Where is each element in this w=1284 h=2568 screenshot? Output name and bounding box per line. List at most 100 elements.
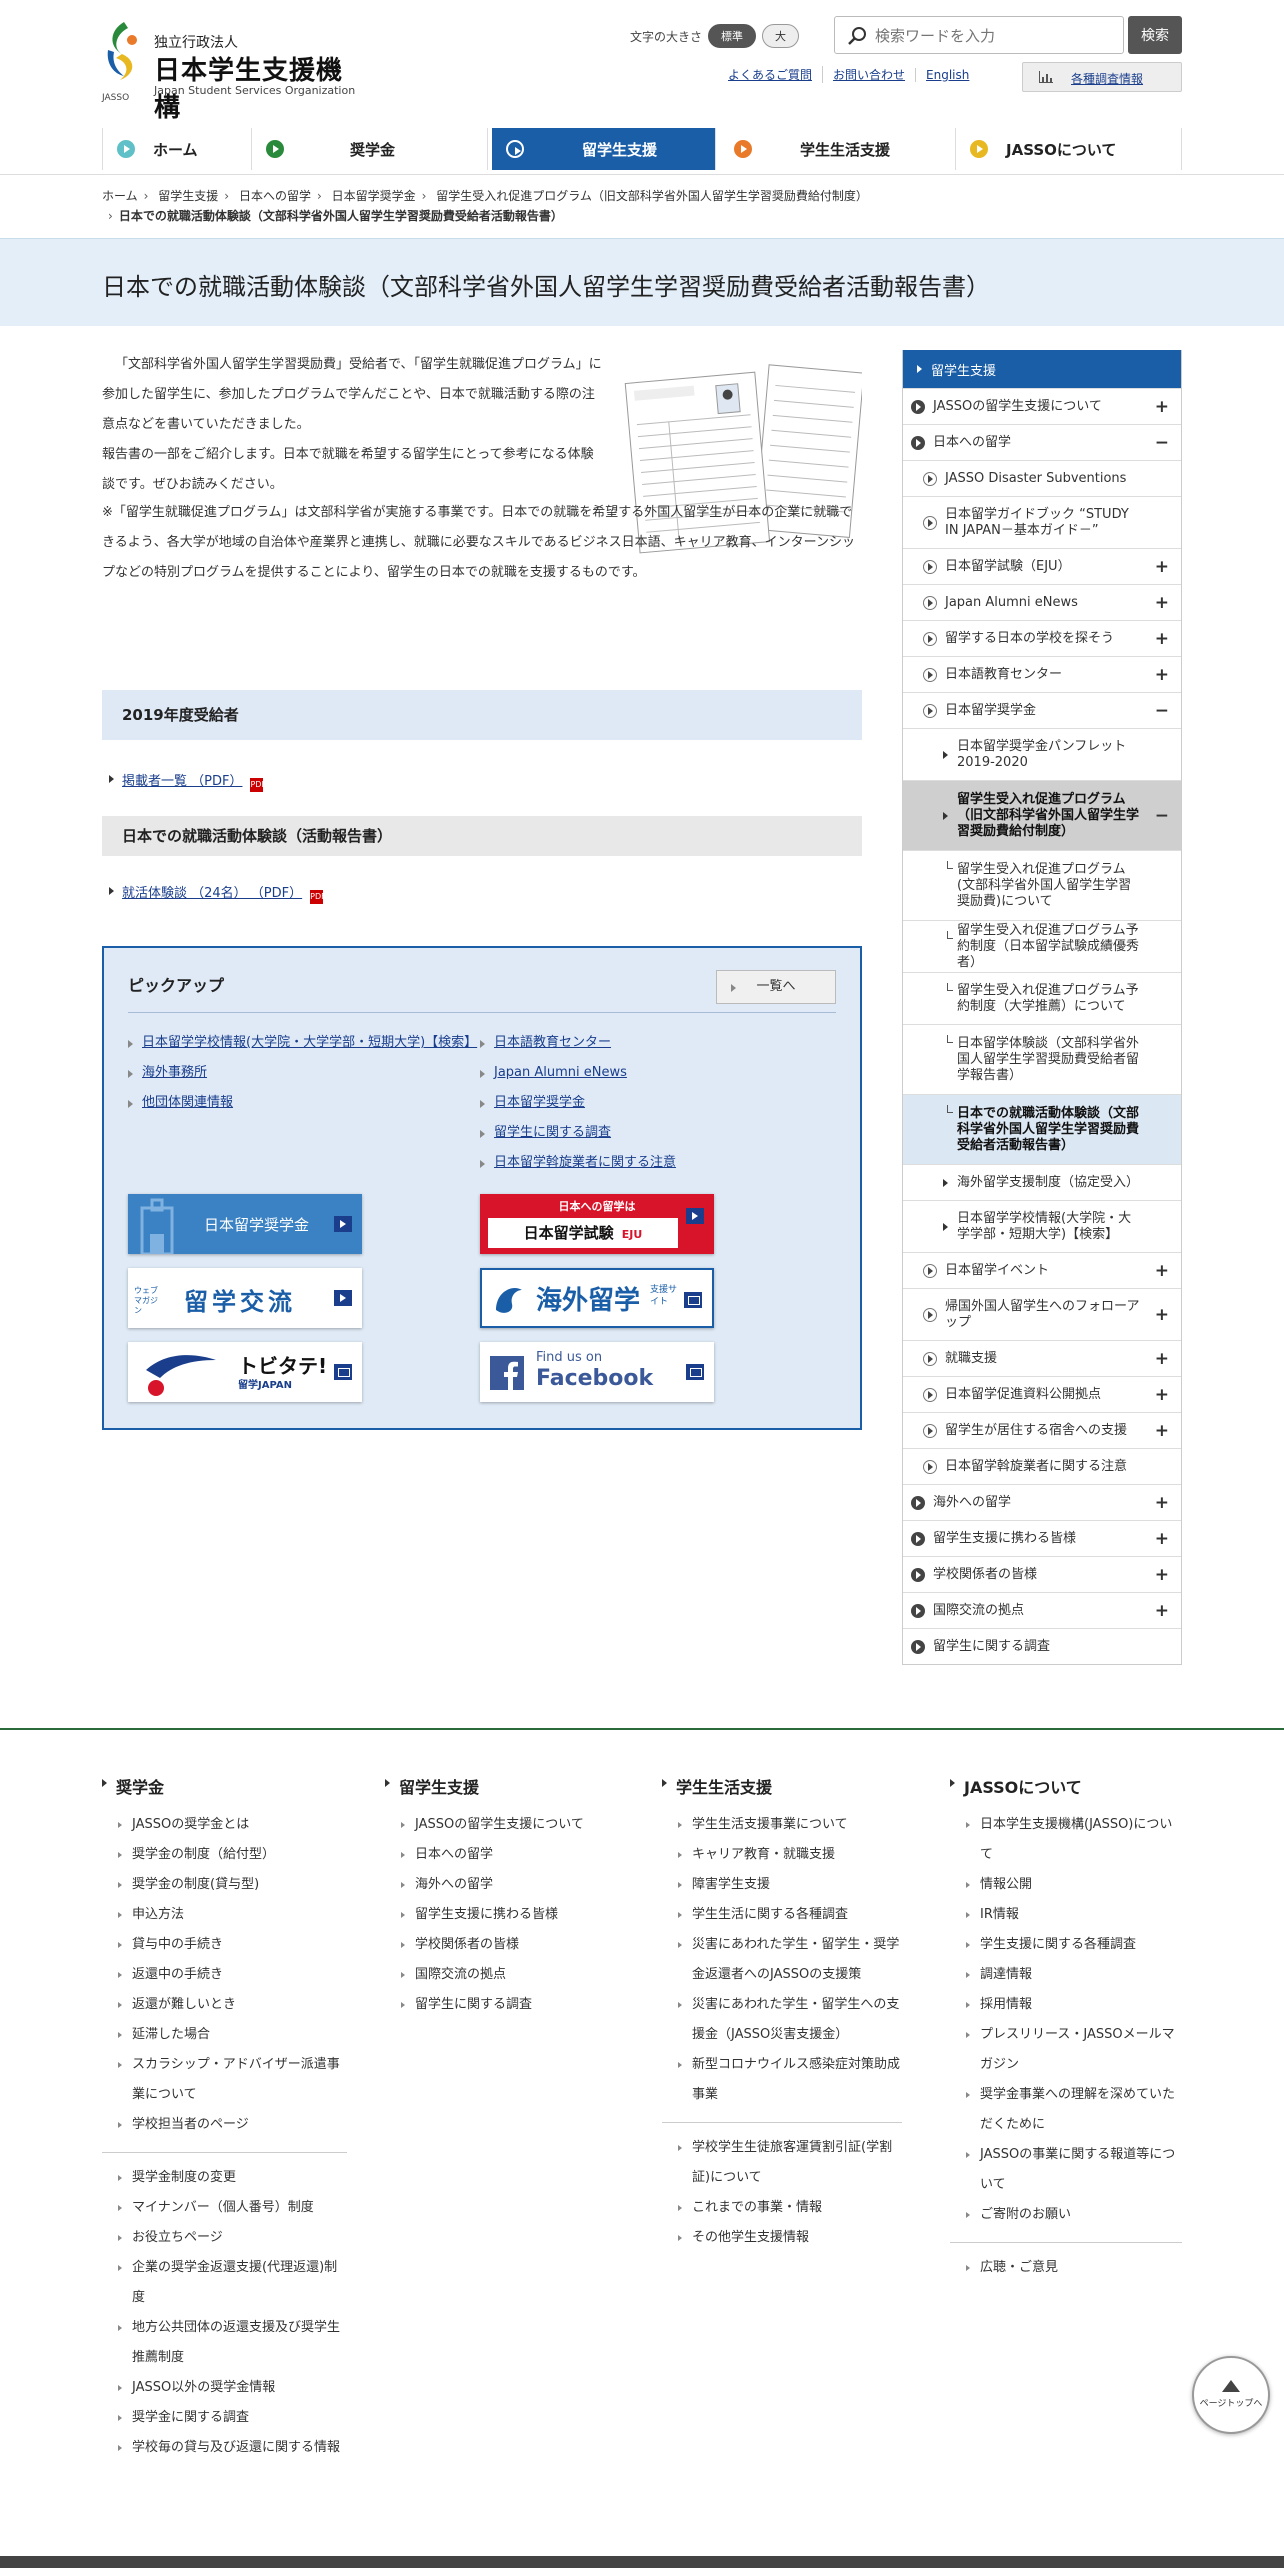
footer-link[interactable]: 地方公共団体の返還支援及び奨学生推薦制度 xyxy=(102,2313,347,2373)
pickup-link-jlec[interactable]: 日本語教育センター xyxy=(480,1028,840,1058)
footer-link[interactable]: 返還が難しいとき xyxy=(102,1990,347,2020)
gnav-international-students[interactable]: 留学生支援 xyxy=(492,128,716,170)
side-item[interactable]: 学校関係者の皆様 + xyxy=(903,1556,1181,1592)
pickup-link-other-orgs[interactable]: 他団体関連情報 xyxy=(128,1088,478,1118)
footer-link[interactable]: 日本への留学 xyxy=(385,1840,630,1870)
footer-link[interactable]: スカラシップ・アドバイザー派遣事業について xyxy=(102,2050,347,2110)
banner-eju[interactable]: 日本への留学は 日本留学試験 EJU xyxy=(480,1194,714,1254)
english-link[interactable]: English xyxy=(915,67,979,82)
survey-info-button[interactable]: 各種調査情報 xyxy=(1022,62,1182,92)
expand-icon[interactable]: + xyxy=(1155,1349,1169,1369)
footer-link[interactable]: 返還中の手続き xyxy=(102,1960,347,1990)
side-item[interactable]: 日本留学イベント + xyxy=(903,1252,1181,1288)
side-item[interactable]: 留学生支援に携わる皆様 + xyxy=(903,1520,1181,1556)
expand-icon[interactable]: + xyxy=(1155,593,1169,613)
footer-link[interactable]: お役立ちページ xyxy=(102,2223,347,2253)
banner-facebook[interactable]: Find us on Facebook xyxy=(480,1342,714,1402)
footer-column-title[interactable]: 奨学金 xyxy=(102,1774,347,1798)
contact-link[interactable]: お問い合わせ xyxy=(822,66,915,83)
banner-tobitate[interactable]: トビタテ! 留学JAPAN xyxy=(128,1342,362,1402)
expand-icon[interactable]: + xyxy=(1155,397,1169,417)
gnav-scholarship[interactable]: 奨学金 xyxy=(252,128,488,170)
footer-link[interactable]: 奨学金の制度(貸与型) xyxy=(102,1870,347,1900)
footer-link[interactable]: 新型コロナウイルス感染症対策助成事業 xyxy=(662,2050,902,2110)
pickup-more-button[interactable]: 一覧へ xyxy=(716,970,836,1004)
footer-link[interactable]: IR情報 xyxy=(950,1900,1182,1930)
side-item[interactable]: 留学生受入れ促進プログラム予約制度（大学推薦）について xyxy=(903,972,1181,1024)
search-button[interactable]: 検索 xyxy=(1128,16,1182,54)
expand-icon[interactable]: + xyxy=(1155,665,1169,685)
footer-link[interactable]: 情報公開 xyxy=(950,1870,1182,1900)
side-item[interactable]: Japan Alumni eNews + xyxy=(903,584,1181,620)
breadcrumb-scholarship[interactable]: 日本留学奨学金 xyxy=(332,189,416,203)
collapse-icon[interactable]: − xyxy=(1155,433,1169,453)
footer-link[interactable]: 障害学生支援 xyxy=(662,1870,902,1900)
footer-link[interactable]: 学校毎の貸与及び返還に関する情報 xyxy=(102,2433,347,2463)
gnav-student-life[interactable]: 学生生活支援 xyxy=(720,128,956,170)
footer-link[interactable]: 学生生活支援事業について xyxy=(662,1810,902,1840)
gnav-about[interactable]: JASSOについて xyxy=(956,128,1182,170)
gnav-home[interactable]: ホーム xyxy=(102,128,252,170)
footer-link[interactable]: 申込方法 xyxy=(102,1900,347,1930)
footer-link[interactable]: キャリア教育・就職支援 xyxy=(662,1840,902,1870)
footer-link[interactable]: 日本学生支援機構(JASSO)について xyxy=(950,1810,1182,1870)
footer-link[interactable]: ご寄附のお願い xyxy=(950,2200,1182,2230)
banner-scholarship[interactable]: 日本留学奨学金 xyxy=(128,1194,362,1254)
footer-link[interactable]: これまでの事業・情報 xyxy=(662,2193,902,2223)
footer-link[interactable]: 奨学金制度の変更 xyxy=(102,2163,347,2193)
side-item[interactable]: 日本留学奨学金パンフレット2019-2020 xyxy=(903,728,1181,780)
expand-icon[interactable]: + xyxy=(1155,1305,1169,1325)
footer-column-title[interactable]: 留学生支援 xyxy=(385,1774,630,1798)
font-size-large-button[interactable]: 大 xyxy=(762,24,800,48)
footer-link[interactable]: 企業の奨学金返還支援(代理返還)制度 xyxy=(102,2253,347,2313)
pickup-link-survey[interactable]: 留学生に関する調査 xyxy=(480,1118,840,1148)
side-item[interactable]: 留学生受入れ促進プログラム（旧文部科学省外国人留学生学習奨励費給付制度） − xyxy=(903,780,1181,850)
footer-link[interactable]: その他学生支援情報 xyxy=(662,2223,902,2253)
side-item[interactable]: 日本留学奨学金 − xyxy=(903,692,1181,728)
footer-link[interactable]: 留学生に関する調査 xyxy=(385,1990,630,2020)
collapse-icon[interactable]: − xyxy=(1155,806,1169,826)
side-item[interactable]: 留学生受入れ促進プログラム予約制度（日本留学試験成績優秀者） xyxy=(903,920,1181,972)
font-size-standard-button[interactable]: 標準 xyxy=(708,24,757,48)
footer-link[interactable]: マイナンバー（個人番号）制度 xyxy=(102,2193,347,2223)
expand-icon[interactable]: + xyxy=(1155,1421,1169,1441)
pickup-link-scholarship[interactable]: 日本留学奨学金 xyxy=(480,1088,840,1118)
footer-link[interactable]: JASSOの奨学金とは xyxy=(102,1810,347,1840)
footer-link[interactable]: JASSOの留学生支援について xyxy=(385,1810,630,1840)
collapse-icon[interactable]: − xyxy=(1155,701,1169,721)
expand-icon[interactable]: + xyxy=(1155,1565,1169,1585)
expand-icon[interactable]: + xyxy=(1155,629,1169,649)
expand-icon[interactable]: + xyxy=(1155,1493,1169,1513)
pickup-link-agent-warning[interactable]: 日本留学斡旋業者に関する注意 xyxy=(480,1148,840,1178)
side-item[interactable]: 日本留学試験（EJU） + xyxy=(903,548,1181,584)
footer-link[interactable]: 延滞した場合 xyxy=(102,2020,347,2050)
side-item[interactable]: 日本留学促進資料公開拠点 + xyxy=(903,1376,1181,1412)
footer-link[interactable]: 奨学金事業への理解を深めていただくために xyxy=(950,2080,1182,2140)
footer-link[interactable]: 学生支援に関する各種調査 xyxy=(950,1930,1182,1960)
expand-icon[interactable]: + xyxy=(1155,1385,1169,1405)
footer-link[interactable]: 学校学生生徒旅客運賃割引証(学割証)について xyxy=(662,2133,902,2193)
footer-link[interactable]: 災害にあわれた学生・留学生への支援金（JASSO災害支援金） xyxy=(662,1990,902,2050)
footer-link[interactable]: 海外への留学 xyxy=(385,1870,630,1900)
breadcrumb-international[interactable]: 留学生支援 xyxy=(158,189,218,203)
side-item[interactable]: 留学生受入れ促進プログラム(文部科学省外国人留学生学習奨励費)について xyxy=(903,850,1181,920)
side-item[interactable]: 帰国外国人留学生へのフォローアップ + xyxy=(903,1288,1181,1340)
page-top-button[interactable]: ページトップへ xyxy=(1192,2356,1270,2434)
side-item[interactable]: 就職支援 + xyxy=(903,1340,1181,1376)
footer-link[interactable]: 災害にあわれた学生・留学生・奨学金返還者へのJASSOの支援策 xyxy=(662,1930,902,1990)
expand-icon[interactable]: + xyxy=(1155,1261,1169,1281)
side-item[interactable]: 海外留学支援制度（協定受入） xyxy=(903,1164,1181,1200)
side-item[interactable]: 海外への留学 + xyxy=(903,1484,1181,1520)
footer-link[interactable]: 学校関係者の皆様 xyxy=(385,1930,630,1960)
side-item[interactable]: 日本での就職活動体験談（文部科学省外国人留学生学習奨励費受給者活動報告書） xyxy=(903,1094,1181,1164)
footer-column-title[interactable]: JASSOについて xyxy=(950,1774,1182,1798)
side-item[interactable]: 留学生が居住する宿舎への支援 + xyxy=(903,1412,1181,1448)
footer-link[interactable]: 留学生支援に携わる皆様 xyxy=(385,1900,630,1930)
pickup-link-school-search[interactable]: 日本留学学校情報(大学院・大学学部・短期大学)【検索】 xyxy=(128,1028,478,1058)
side-item[interactable]: 日本留学斡旋業者に関する注意 xyxy=(903,1448,1181,1484)
expand-icon[interactable]: + xyxy=(1155,557,1169,577)
footer-link[interactable]: JASSOの事業に関する報道等について xyxy=(950,2140,1182,2200)
side-item[interactable]: 国際交流の拠点 + xyxy=(903,1592,1181,1628)
banner-overseas-study[interactable]: 海外留学 支援サイト xyxy=(480,1268,714,1328)
expand-icon[interactable]: + xyxy=(1155,1601,1169,1621)
